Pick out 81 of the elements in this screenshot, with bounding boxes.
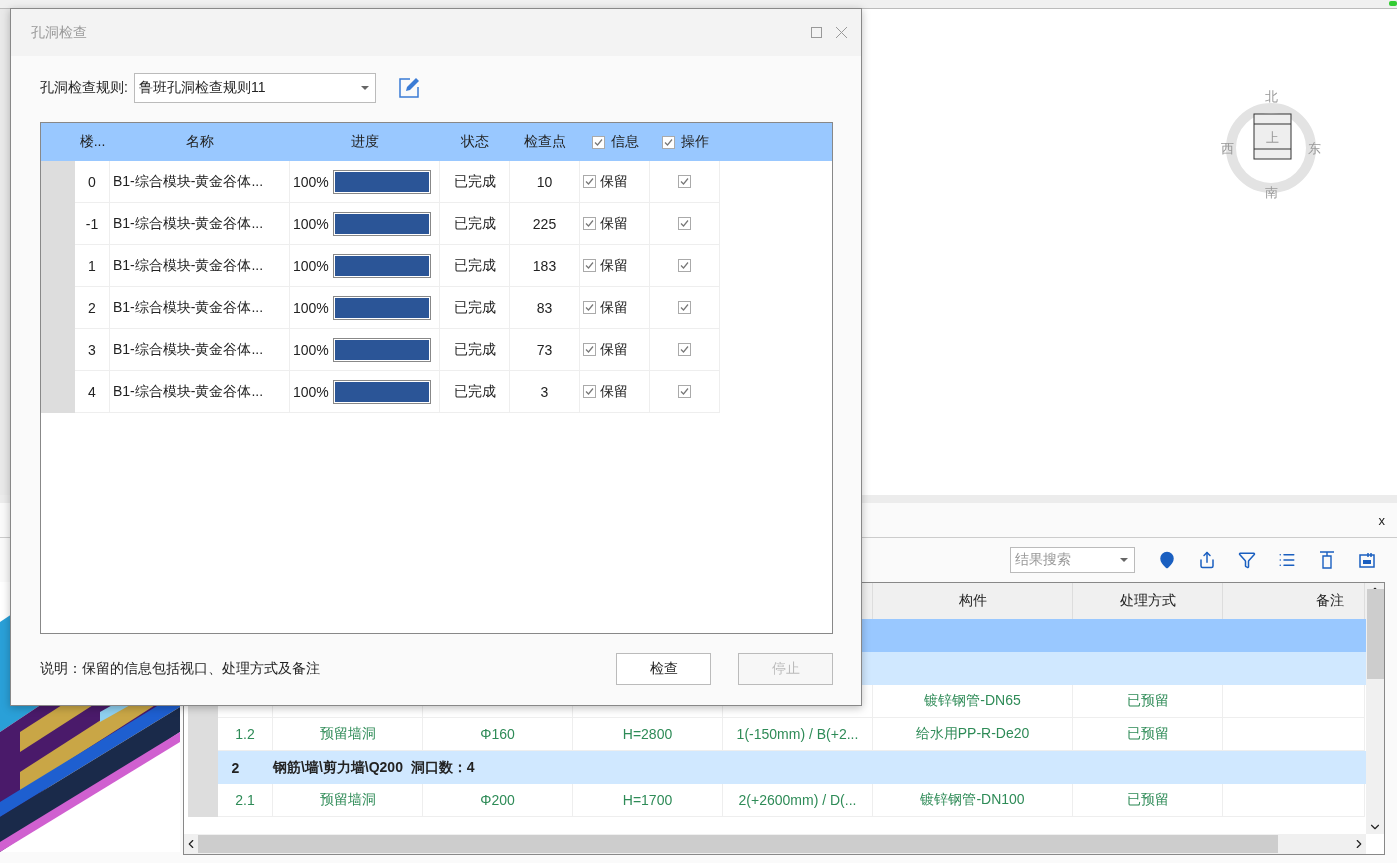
table-cell: 已完成	[440, 161, 510, 203]
checkbox-label: 保留	[600, 214, 628, 233]
checkbox[interactable]	[583, 259, 596, 272]
table-cell: B1-综合模块-黄金谷体...	[110, 161, 290, 203]
table-cell: 225	[510, 203, 580, 245]
checkbox[interactable]	[678, 385, 691, 398]
rule-dropdown[interactable]: 鲁班孔洞检查规则11	[133, 73, 376, 103]
dropdown-caret-icon	[360, 86, 369, 90]
table-cell: B1-综合模块-黄金谷体...	[110, 203, 290, 245]
progress-text: 100%	[293, 383, 329, 400]
scrollbar-thumb[interactable]	[198, 835, 1278, 853]
table-cell: 3	[75, 329, 110, 371]
table-cell: H=1700	[573, 784, 723, 817]
progress-text: 100%	[293, 257, 329, 274]
checkbox[interactable]	[583, 175, 596, 188]
table-cell: 预留墙洞	[273, 784, 423, 817]
column-header: 信息	[610, 133, 639, 151]
progress-text: 100%	[293, 173, 329, 190]
table-cell: 已完成	[440, 371, 510, 413]
checkbox[interactable]	[678, 343, 691, 356]
edit-icon[interactable]	[397, 77, 420, 99]
checkbox[interactable]	[583, 343, 596, 356]
window-title: 孔洞检查	[31, 23, 88, 42]
column-header: 状态	[461, 133, 489, 151]
group-label: 钢筋\墙\剪力墙\Q200 洞口数：4	[273, 757, 476, 777]
checkbox[interactable]	[678, 175, 691, 188]
maximize-icon[interactable]	[811, 27, 822, 38]
checkbox-label: 保留	[600, 256, 628, 275]
dialog-button[interactable]: 检查	[616, 653, 711, 685]
table-cell: B1-综合模块-黄金谷体...	[110, 329, 290, 371]
close-button[interactable]: x	[1378, 512, 1385, 528]
table-cell: 已完成	[440, 329, 510, 371]
table-cell: Φ200	[423, 784, 573, 817]
table-cell: -1	[75, 203, 110, 245]
checkbox[interactable]	[678, 301, 691, 314]
table-cell: 3	[510, 371, 580, 413]
checkbox-label: 保留	[600, 340, 628, 359]
checkbox[interactable]	[678, 217, 691, 230]
checkbox[interactable]	[583, 301, 596, 314]
note-text: 说明：保留的信息包括视口、处理方式及备注	[40, 660, 321, 678]
column-header: 检查点	[524, 133, 566, 151]
table-cell: 2	[75, 287, 110, 329]
table-cell: 已完成	[440, 203, 510, 245]
checkbox[interactable]	[591, 135, 605, 149]
checkbox[interactable]	[678, 259, 691, 272]
table-cell: B1-综合模块-黄金谷体...	[110, 371, 290, 413]
checkbox-label: 保留	[600, 172, 628, 191]
table-cell: 2.1	[218, 784, 273, 817]
progress-text: 100%	[293, 215, 329, 232]
column-header: 进度	[351, 133, 379, 151]
column-header: 操作	[680, 133, 709, 151]
table-cell: 已完成	[440, 245, 510, 287]
checkbox[interactable]	[583, 385, 596, 398]
table-cell: 183	[510, 245, 580, 287]
table-cell: 2(+2600mm) / D(...	[723, 784, 873, 817]
scrollbar-thumb[interactable]	[1366, 589, 1384, 679]
table-cell: 73	[510, 329, 580, 371]
table-cell: B1-综合模块-黄金谷体...	[110, 287, 290, 329]
table-cell: 4	[75, 371, 110, 413]
table-cell: 10	[510, 161, 580, 203]
table-cell: 镀锌钢管-DN100	[873, 784, 1073, 817]
checkbox-label: 保留	[600, 298, 628, 317]
dropdown-caret-icon	[1120, 558, 1128, 562]
group-number: 2	[230, 758, 241, 778]
checkbox[interactable]	[661, 135, 675, 149]
close-icon[interactable]	[836, 27, 847, 38]
rule-label: 孔洞检查规则:	[40, 79, 128, 97]
view-cube-drawing: 北 东 南 西 上	[1219, 87, 1323, 199]
table-cell: 1	[75, 245, 110, 287]
table-cell: 83	[510, 287, 580, 329]
progress-text: 100%	[293, 341, 329, 358]
column-header: 楼...	[79, 133, 106, 151]
checkbox[interactable]	[583, 217, 596, 230]
column-header: 名称	[186, 133, 214, 151]
table-cell: B1-综合模块-黄金谷体...	[110, 245, 290, 287]
table-cell: 已完成	[440, 287, 510, 329]
table-cell: 0	[75, 161, 110, 203]
table-cell: 已预留	[1073, 784, 1223, 817]
status-icon	[1389, 0, 1397, 8]
checkbox-label: 保留	[600, 382, 628, 401]
progress-text: 100%	[293, 299, 329, 316]
